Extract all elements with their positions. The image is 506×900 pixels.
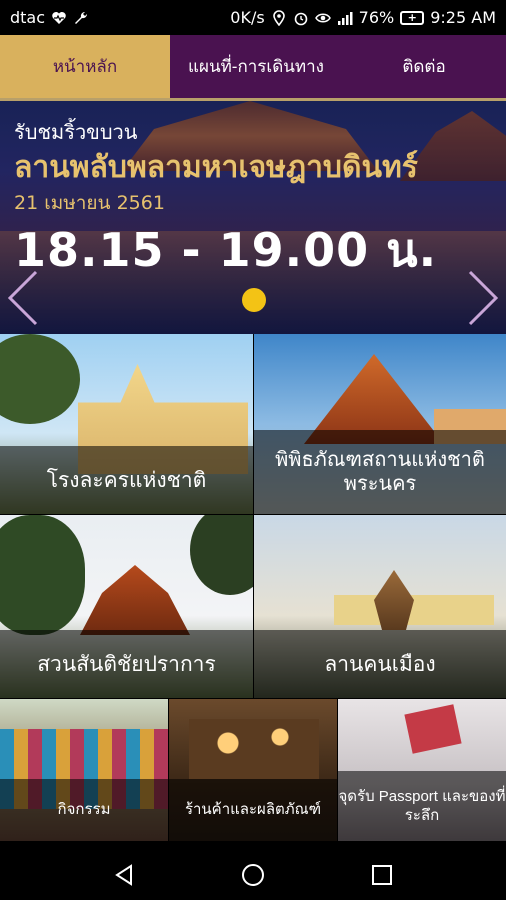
city-hall-building-image (334, 595, 494, 625)
tab-home[interactable]: หน้าหลัก (0, 35, 170, 98)
tile-label: โรงละครแห่งชาติ (46, 468, 207, 492)
tile-passport-souvenirs[interactable]: จุดรับ Passport และของที่ระลึก (338, 699, 506, 841)
shop-lights-image (189, 719, 319, 779)
tile-lan-khon-mueang[interactable]: ลานคนเมือง (254, 515, 506, 698)
tab-map-travel-label: แผนที่-การเดินทาง (188, 57, 324, 76)
tile-shops-products[interactable]: ร้านค้าและผลิตภัณฑ์ (169, 699, 337, 841)
carrier-label: dtac (10, 8, 46, 27)
banner-time: 18.15 - 19.00 น. (14, 223, 438, 277)
system-nav-bar (0, 850, 506, 900)
battery-plus: + (407, 11, 417, 24)
net-speed: 0K/s (230, 8, 265, 27)
tab-bar: หน้าหลัก แผนที่-การเดินทาง ติดต่อ (0, 35, 506, 101)
tile-label: จุดรับ Passport และของที่ระลึก (338, 787, 506, 825)
home-icon (241, 864, 264, 886)
location-icon (272, 9, 285, 26)
home-button[interactable] (233, 855, 273, 895)
carousel-next-icon[interactable] (466, 268, 500, 328)
recents-icon (371, 865, 392, 885)
carousel-indicator-dot[interactable] (242, 288, 266, 312)
tab-contact[interactable]: ติดต่อ (342, 35, 506, 98)
back-icon (115, 864, 133, 886)
signal-icon (337, 11, 353, 25)
tile-label: พิพิธภัณฑสถานแห่งชาติ พระนคร (275, 449, 485, 495)
alarm-icon (294, 12, 307, 25)
tile-label: กิจกรรม (57, 801, 111, 819)
status-bar: dtac 0K/s 76% + 9:25 AM (0, 0, 506, 35)
tab-map-travel[interactable]: แผนที่-การเดินทาง (170, 35, 342, 98)
battery-percent: 76% (358, 8, 395, 27)
recents-button[interactable] (362, 855, 402, 895)
clock: 9:25 AM (430, 8, 496, 27)
back-button[interactable] (104, 855, 144, 895)
wrench-icon (75, 11, 88, 24)
tab-home-label: หน้าหลัก (52, 57, 118, 76)
heart-monitor-icon (52, 11, 66, 24)
eye-icon (314, 13, 331, 22)
carousel-prev-icon[interactable] (6, 268, 40, 328)
tree-image (0, 515, 85, 635)
tile-label: สวนสันติชัยปราการ (37, 652, 216, 676)
tile-national-museum[interactable]: พิพิธภัณฑสถานแห่งชาติ พระนคร (254, 334, 506, 514)
tile-national-theatre[interactable]: โรงละครแห่งชาติ (0, 334, 253, 514)
tile-activities[interactable]: กิจกรรม (0, 699, 168, 841)
tile-label: ลานคนเมือง (324, 652, 436, 676)
tile-santichaiprakan-park[interactable]: สวนสันติชัยปราการ (0, 515, 253, 698)
tile-label: ร้านค้าและผลิตภัณฑ์ (184, 801, 322, 819)
tab-contact-label: ติดต่อ (402, 57, 446, 76)
banner-title: ลานพลับพลามหาเจษฎาบดินทร์ (14, 150, 418, 185)
battery-icon: + (400, 10, 425, 25)
